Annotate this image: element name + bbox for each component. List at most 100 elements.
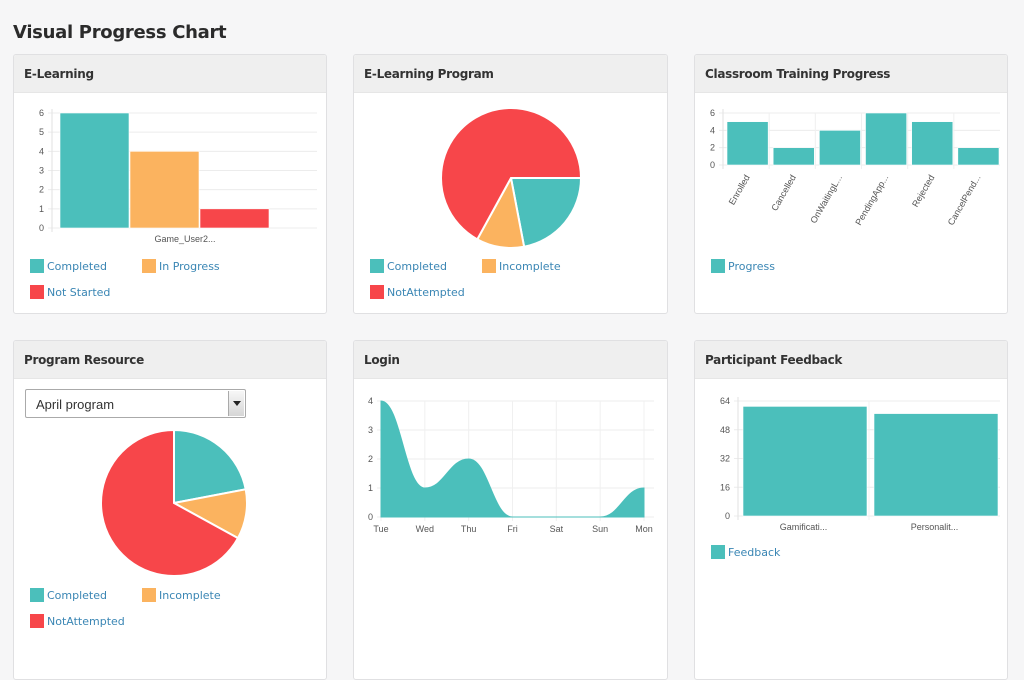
legend-label: NotAttempted bbox=[387, 285, 465, 299]
x-category-label: CancelPend... bbox=[946, 173, 983, 227]
x-category-label: Sun bbox=[592, 524, 608, 534]
legend-label: Completed bbox=[47, 588, 107, 602]
y-tick-label: 1 bbox=[368, 483, 373, 493]
feedback-legend: Feedback bbox=[711, 545, 1001, 569]
legend-label: NotAttempted bbox=[47, 614, 125, 628]
legend-item-notattempted[interactable]: NotAttempted bbox=[370, 285, 465, 299]
bar-progress bbox=[911, 121, 954, 166]
bar-progress bbox=[772, 147, 815, 166]
y-tick-label: 2 bbox=[368, 454, 373, 464]
y-tick-label: 2 bbox=[39, 185, 44, 195]
bar-in-progress bbox=[129, 151, 200, 229]
panel-title: Participant Feedback bbox=[695, 341, 1007, 379]
legend-swatch bbox=[30, 259, 44, 273]
panel-title: E-Learning bbox=[14, 55, 326, 93]
legend-label: In Progress bbox=[159, 259, 220, 273]
classroom-chart: 0 2 4 6 Enrolled Cancelled OnWaitingL... Pendin… bbox=[710, 108, 1000, 227]
y-tick-label: 5 bbox=[39, 127, 44, 137]
program-select[interactable]: April program bbox=[25, 389, 246, 418]
elearning-panel: E-Learning 0 1 2 3 4 5 6 Game_User2... Complete… bbox=[13, 54, 327, 314]
elearning-program-panel: E-Learning Program Completed Incomplete No… bbox=[353, 54, 668, 314]
legend-item-completed[interactable]: Completed bbox=[30, 259, 107, 273]
x-category-label: Sat bbox=[550, 524, 564, 534]
legend-item-completed[interactable]: Completed bbox=[30, 588, 107, 602]
legend-label: Incomplete bbox=[159, 588, 221, 602]
x-category-label: Rejected bbox=[910, 173, 936, 209]
x-category-label: Gamificati... bbox=[780, 522, 828, 532]
program-resource-panel: Program Resource April program Completed… bbox=[13, 340, 327, 680]
legend-swatch bbox=[370, 259, 384, 273]
x-category-label: Personalit... bbox=[911, 522, 959, 532]
legend-swatch bbox=[30, 285, 44, 299]
legend-item-not-started[interactable]: Not Started bbox=[30, 285, 110, 299]
x-category-label: Fri bbox=[507, 524, 518, 534]
x-category-label: OnWaitingL... bbox=[808, 173, 844, 225]
legend-label: Completed bbox=[387, 259, 447, 273]
legend-item-incomplete[interactable]: Incomplete bbox=[142, 588, 221, 602]
classroom-training-panel: Classroom Training Progress 0 2 4 6 Enrolled… bbox=[694, 54, 1008, 314]
x-category-label: Cancelled bbox=[769, 173, 798, 213]
elearning-chart: 0 1 2 3 4 5 6 Game_User2... bbox=[39, 108, 317, 244]
y-tick-label: 0 bbox=[725, 511, 730, 521]
y-tick-label: 1 bbox=[39, 204, 44, 214]
y-tick-label: 0 bbox=[39, 223, 44, 233]
y-tick-label: 32 bbox=[720, 454, 730, 464]
elearning-legend: Completed In Progress Not Started bbox=[30, 259, 320, 305]
legend-label: Feedback bbox=[728, 545, 781, 559]
y-tick-label: 64 bbox=[720, 396, 730, 406]
legend-item-feedback[interactable]: Feedback bbox=[711, 545, 780, 559]
y-tick-label: 0 bbox=[368, 512, 373, 522]
bar-progress bbox=[865, 112, 907, 166]
legend-item-incomplete[interactable]: Incomplete bbox=[482, 259, 561, 273]
legend-item-in-progress[interactable]: In Progress bbox=[142, 259, 220, 273]
bar-progress bbox=[819, 130, 861, 166]
login-chart: 0 1 2 3 4 Tue Wed Thu Fri Sat Sun Mon bbox=[368, 396, 654, 534]
panel-title: E-Learning Program bbox=[354, 55, 667, 93]
y-tick-label: 6 bbox=[710, 108, 715, 118]
x-category-label: PendingApp... bbox=[853, 173, 890, 227]
legend-label: Incomplete bbox=[499, 259, 561, 273]
y-tick-label: 6 bbox=[39, 108, 44, 118]
bar-feedback bbox=[742, 406, 868, 517]
legend-swatch bbox=[142, 588, 156, 602]
legend-label: Not Started bbox=[47, 285, 111, 299]
feedback-chart: 0 16 32 48 64 Gamificati... Personalit... bbox=[720, 396, 1000, 532]
bar-progress bbox=[957, 147, 1000, 166]
legend-item-progress[interactable]: Progress bbox=[711, 259, 775, 273]
legend-label: Completed bbox=[47, 259, 107, 273]
x-category-label: Mon bbox=[635, 524, 653, 534]
elearning-program-legend: Completed Incomplete NotAttempted bbox=[370, 259, 660, 305]
classroom-legend: Progress bbox=[711, 259, 1001, 305]
program-select-value: April program bbox=[36, 397, 115, 412]
bar-not-started bbox=[199, 208, 270, 229]
legend-item-completed[interactable]: Completed bbox=[370, 259, 447, 273]
elearning-program-chart bbox=[440, 107, 583, 249]
y-tick-label: 48 bbox=[720, 425, 730, 435]
legend-label: Progress bbox=[728, 259, 775, 273]
x-category-label: Tue bbox=[373, 524, 388, 534]
legend-swatch bbox=[30, 588, 44, 602]
program-resource-legend: Completed Incomplete NotAttempted bbox=[30, 588, 320, 634]
legend-swatch bbox=[711, 545, 725, 559]
panel-title: Login bbox=[354, 341, 667, 379]
participant-feedback-panel: Participant Feedback 0 16 32 48 64 Gamificati… bbox=[694, 340, 1008, 680]
x-category-label: Wed bbox=[416, 524, 434, 534]
y-tick-label: 3 bbox=[39, 166, 44, 176]
legend-swatch bbox=[711, 259, 725, 273]
legend-swatch bbox=[370, 285, 384, 299]
bar-feedback bbox=[873, 413, 999, 517]
panel-title: Classroom Training Progress bbox=[695, 55, 1007, 93]
y-tick-label: 3 bbox=[368, 425, 373, 435]
x-category-label: Thu bbox=[461, 524, 477, 534]
page-title: Visual Progress Chart bbox=[13, 22, 227, 43]
legend-item-notattempted[interactable]: NotAttempted bbox=[30, 614, 125, 628]
chevron-down-icon[interactable] bbox=[228, 391, 244, 416]
bar-completed bbox=[59, 112, 130, 229]
panel-title: Program Resource bbox=[14, 341, 326, 379]
legend-swatch bbox=[142, 259, 156, 273]
x-category-label: Game_User2... bbox=[154, 234, 215, 244]
y-tick-label: 4 bbox=[39, 146, 44, 156]
legend-swatch bbox=[30, 614, 44, 628]
legend-swatch bbox=[482, 259, 496, 273]
x-category-label: Enrolled bbox=[727, 173, 752, 207]
